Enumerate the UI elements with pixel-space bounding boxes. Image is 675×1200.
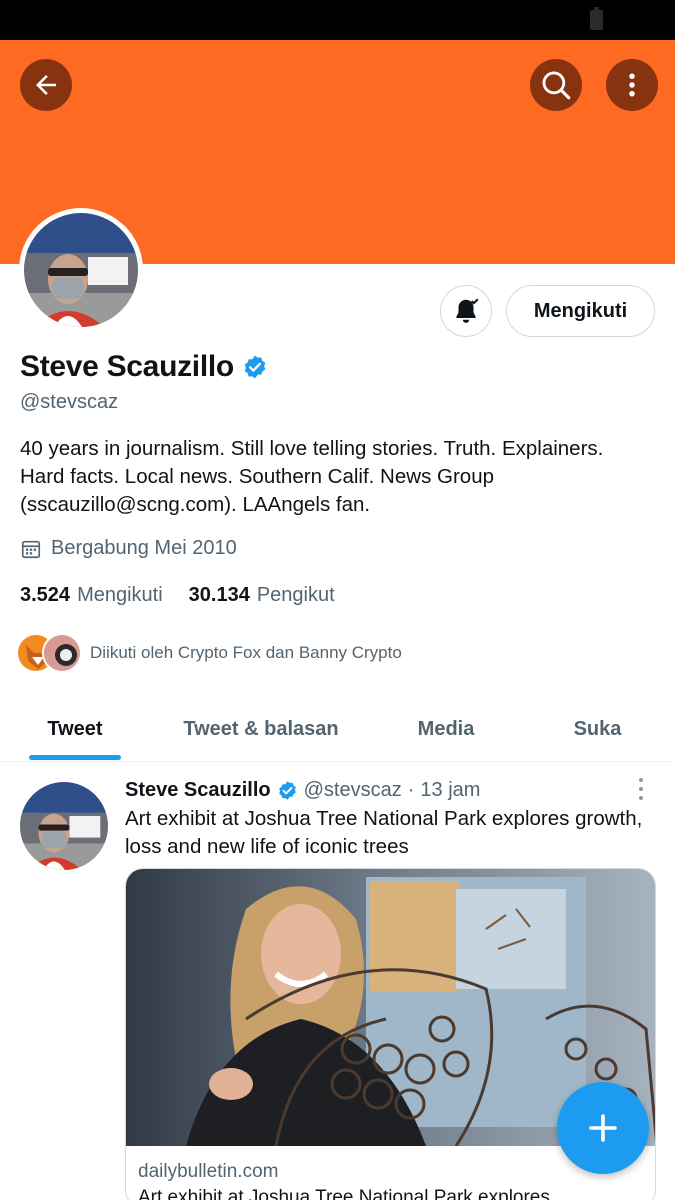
compose-tweet-button[interactable] <box>557 1082 649 1174</box>
profile-handle: @stevscaz <box>20 391 119 413</box>
followed-by[interactable]: Diikuti oleh Crypto Fox dan Banny Crypto <box>16 633 402 673</box>
following-count: 3.524 <box>20 584 71 606</box>
followers-label: Pengikut <box>256 584 335 606</box>
more-vertical-icon <box>639 778 643 782</box>
tweet-avatar[interactable] <box>20 782 108 870</box>
profile-bio: 40 years in journalism. Still love telli… <box>20 437 604 516</box>
tab-tweet-replies[interactable]: Tweet & balasan <box>150 696 372 762</box>
tab-likes[interactable]: Suka <box>520 696 675 762</box>
following-count-link[interactable]: 3.524 Mengikuti <box>20 584 163 607</box>
arrow-left-icon <box>36 75 56 95</box>
following-button[interactable]: Mengikuti <box>506 285 655 337</box>
profile-tabs: Tweet Tweet & balasan Media Suka <box>0 696 675 762</box>
tweet-more-button[interactable] <box>636 778 646 800</box>
profile-avatar[interactable] <box>19 208 143 332</box>
tweet-separator: · <box>407 779 415 801</box>
tab-label: Suka <box>573 717 622 740</box>
search-button[interactable] <box>530 59 582 111</box>
calendar-icon <box>21 540 41 558</box>
more-vertical-icon <box>629 73 635 97</box>
followed-by-text: Diikuti oleh Crypto Fox dan Banny Crypto <box>90 643 402 662</box>
display-name: Steve Scauzillo <box>20 350 234 383</box>
tab-label: Media <box>417 717 475 740</box>
followers-count-link[interactable]: 30.134 Pengikut <box>189 584 335 607</box>
tab-tweet[interactable]: Tweet <box>0 696 150 762</box>
followers-count: 30.134 <box>188 584 250 606</box>
tab-label: Tweet & balasan <box>183 717 339 740</box>
more-options-button[interactable] <box>606 59 658 111</box>
tweet-text: Art exhibit at Joshua Tree National Park… <box>125 807 643 858</box>
verified-badge-icon <box>244 355 266 379</box>
card-title: Art exhibit at Joshua Tree National Park… <box>138 1187 550 1200</box>
joined-date: Bergabung Mei 2010 <box>20 537 237 560</box>
verified-badge-icon <box>278 781 296 800</box>
active-tab-indicator <box>29 755 121 760</box>
following-label: Mengikuti <box>77 584 163 606</box>
bell-check-icon <box>456 298 479 323</box>
follower-avatar-banny <box>42 633 82 673</box>
follow-counts: 3.524 Mengikuti 30.134 Pengikut <box>20 584 361 607</box>
notifications-button[interactable] <box>440 285 492 337</box>
tweet-time: 13 jam <box>420 779 481 801</box>
battery-icon <box>590 7 603 30</box>
avatar <box>24 213 138 327</box>
tweet-author-handle: @stevscaz <box>303 779 402 801</box>
profile-name-row: Steve Scauzillo <box>20 350 268 384</box>
tab-media[interactable]: Media <box>372 696 520 762</box>
back-button[interactable] <box>20 59 72 111</box>
card-domain: dailybulletin.com <box>138 1161 279 1182</box>
joined-text: Bergabung Mei 2010 <box>51 537 237 559</box>
plus-icon <box>589 1114 617 1142</box>
status-bar <box>0 0 675 40</box>
tweet-author-name[interactable]: Steve Scauzillo <box>125 779 271 802</box>
tweet-header: Steve Scauzillo @stevscaz · 13 jam <box>125 779 480 802</box>
tab-label: Tweet <box>47 717 103 740</box>
search-icon <box>542 71 571 100</box>
